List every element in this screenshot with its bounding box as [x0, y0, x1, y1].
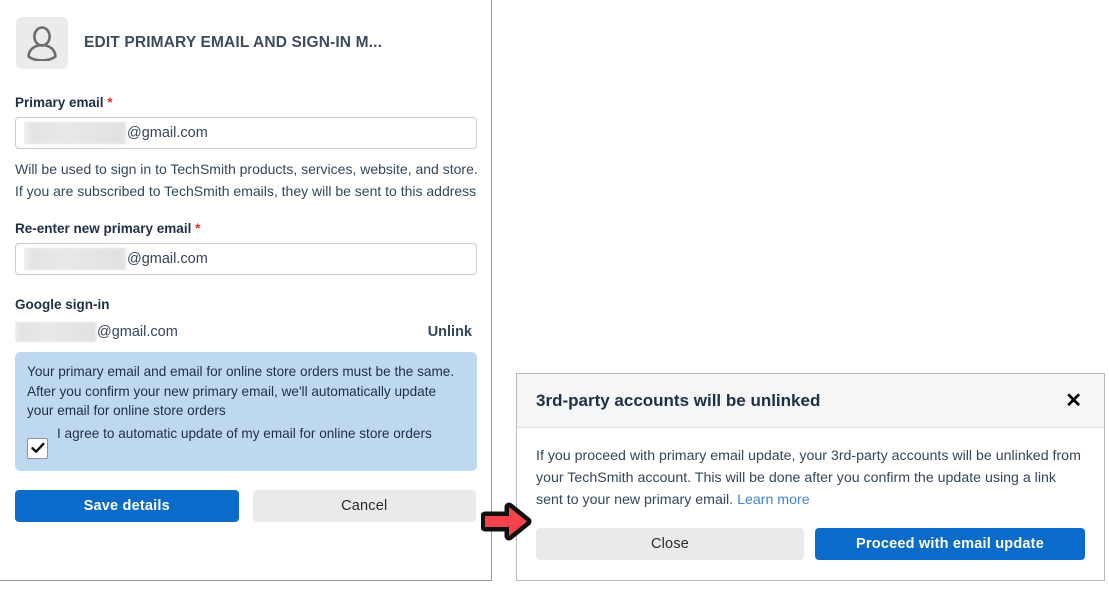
agree-checkbox-row[interactable]: I agree to automatic update of my email … [27, 424, 465, 459]
google-signin-label: Google sign-in [15, 297, 110, 312]
redacted-email-local-part [24, 122, 127, 144]
unlink-confirmation-dialog: 3rd-party accounts will be unlinked ✕ If… [516, 373, 1105, 581]
proceed-with-email-update-button[interactable]: Proceed with email update [815, 528, 1085, 560]
primary-email-input[interactable]: @gmail.com [15, 117, 477, 149]
primary-email-domain: @gmail.com [127, 125, 208, 141]
close-x-icon[interactable]: ✕ [1061, 389, 1086, 413]
redacted-email-local-part [15, 322, 97, 342]
dialog-body: If you proceed with primary email update… [517, 428, 1104, 511]
reenter-email-domain: @gmail.com [127, 251, 208, 267]
reenter-email-label: Re-enter new primary email * [15, 221, 476, 237]
reenter-email-label-text: Re-enter new primary email [15, 221, 192, 236]
edit-primary-email-panel: EDIT PRIMARY EMAIL AND SIGN-IN M... Prim… [0, 0, 492, 581]
primary-email-label: Primary email * [15, 95, 476, 111]
notice-text: Your primary email and email for online … [27, 364, 455, 418]
primary-email-label-text: Primary email [15, 95, 104, 110]
primary-email-helper-text: Will be used to sign in to TechSmith pro… [15, 161, 478, 199]
store-order-notice: Your primary email and email for online … [15, 352, 477, 471]
dialog-message: If you proceed with primary email update… [536, 445, 1085, 511]
form-body: Primary email * @gmail.com Will be used … [0, 95, 491, 471]
reenter-email-input[interactable]: @gmail.com [15, 243, 477, 275]
agree-checkbox-label: I agree to automatic update of my email … [57, 425, 432, 441]
close-button[interactable]: Close [536, 528, 805, 560]
learn-more-link[interactable]: Learn more [737, 492, 810, 508]
panel-header: EDIT PRIMARY EMAIL AND SIGN-IN M... [0, 0, 491, 69]
agree-checkbox[interactable] [27, 437, 48, 459]
save-details-button[interactable]: Save details [15, 489, 239, 522]
redacted-email-local-part [24, 248, 127, 270]
required-asterisk: * [107, 95, 113, 110]
page-title: EDIT PRIMARY EMAIL AND SIGN-IN M... [84, 34, 383, 51]
google-linked-account-row: @gmail.com Unlink [15, 322, 477, 342]
person-avatar-icon [16, 17, 68, 69]
google-account-email: @gmail.com [15, 322, 178, 342]
required-asterisk: * [195, 221, 201, 236]
cancel-button[interactable]: Cancel [252, 489, 476, 522]
dialog-header: 3rd-party accounts will be unlinked ✕ [517, 374, 1104, 428]
dialog-title: 3rd-party accounts will be unlinked [536, 390, 821, 410]
panel-footer: Save details Cancel [0, 489, 491, 522]
dialog-footer: Close Proceed with email update [517, 511, 1104, 560]
unlink-button[interactable]: Unlink [428, 324, 477, 340]
google-account-domain: @gmail.com [97, 324, 178, 340]
